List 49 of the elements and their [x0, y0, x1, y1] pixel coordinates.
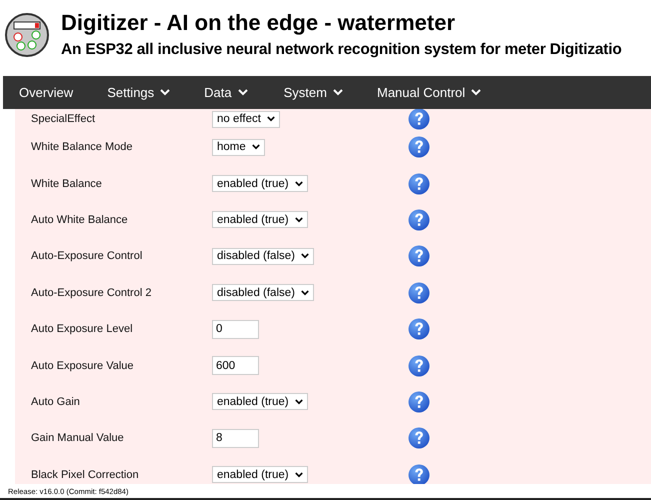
setting-label: Auto Exposure Level	[30, 323, 134, 336]
setting-label: Auto White Balance	[30, 214, 129, 226]
nav-item[interactable]: Manual Control	[376, 85, 482, 100]
setting-label: Gain Manual Value	[30, 432, 125, 444]
nav-item[interactable]: Settings	[107, 85, 170, 100]
page-title: Digitizer - AI on the edge - watermeter	[61, 11, 456, 35]
caret-icon	[294, 216, 303, 223]
help-icon[interactable]	[408, 136, 430, 158]
help-icon[interactable]	[408, 208, 430, 231]
caret-icon	[252, 144, 260, 150]
caret-icon	[294, 472, 303, 478]
nav-item[interactable]: Overview	[19, 85, 74, 100]
nav-item[interactable]: Data	[204, 85, 248, 100]
logo-icon	[5, 13, 49, 57]
page-subtitle: An ESP32 all inclusive neural network recognition system for meter Digitizatio	[61, 40, 622, 60]
help-icon[interactable]	[408, 172, 430, 195]
caret-icon	[300, 253, 309, 260]
help-icon[interactable]	[408, 245, 430, 268]
setting-label: Black Pixel Correction	[30, 468, 140, 481]
setting-label: White Balance	[30, 178, 103, 190]
dropdown[interactable]: no effect	[212, 110, 280, 128]
setting-label: Auto-Exposure Control	[30, 250, 144, 262]
dropdown[interactable]: disabled (false)	[212, 284, 314, 302]
dropdown[interactable]: disabled (false)	[212, 248, 314, 265]
dropdown[interactable]: enabled (true)	[212, 211, 308, 228]
caret-icon	[300, 290, 309, 296]
help-icon[interactable]	[408, 390, 430, 413]
caret-icon	[294, 398, 303, 405]
help-icon[interactable]	[408, 318, 430, 340]
caret-icon	[294, 180, 303, 187]
input-field[interactable]: 0	[212, 320, 259, 339]
setting-label: Auto-Exposure Control 2	[30, 286, 152, 299]
help-icon[interactable]	[408, 427, 430, 450]
nav-item[interactable]: System	[284, 85, 343, 100]
dropdown[interactable]: enabled (true)	[212, 466, 308, 484]
setting-label: Auto Gain	[30, 396, 81, 408]
help-icon[interactable]	[408, 282, 430, 304]
dropdown[interactable]: enabled (true)	[212, 175, 308, 192]
setting-label: White Balance Mode	[30, 141, 134, 154]
caret-icon	[266, 116, 275, 122]
input-field[interactable]: 8	[212, 428, 259, 448]
dropdown[interactable]: home	[212, 138, 265, 156]
input-field[interactable]: 600	[212, 356, 259, 376]
help-icon[interactable]	[408, 354, 430, 377]
dropdown[interactable]: enabled (true)	[212, 393, 308, 410]
setting-label: SpecialEffect	[30, 113, 96, 125]
setting-label: Auto Exposure Value	[30, 360, 135, 372]
help-icon[interactable]	[408, 109, 430, 130]
help-icon[interactable]	[408, 464, 430, 484]
